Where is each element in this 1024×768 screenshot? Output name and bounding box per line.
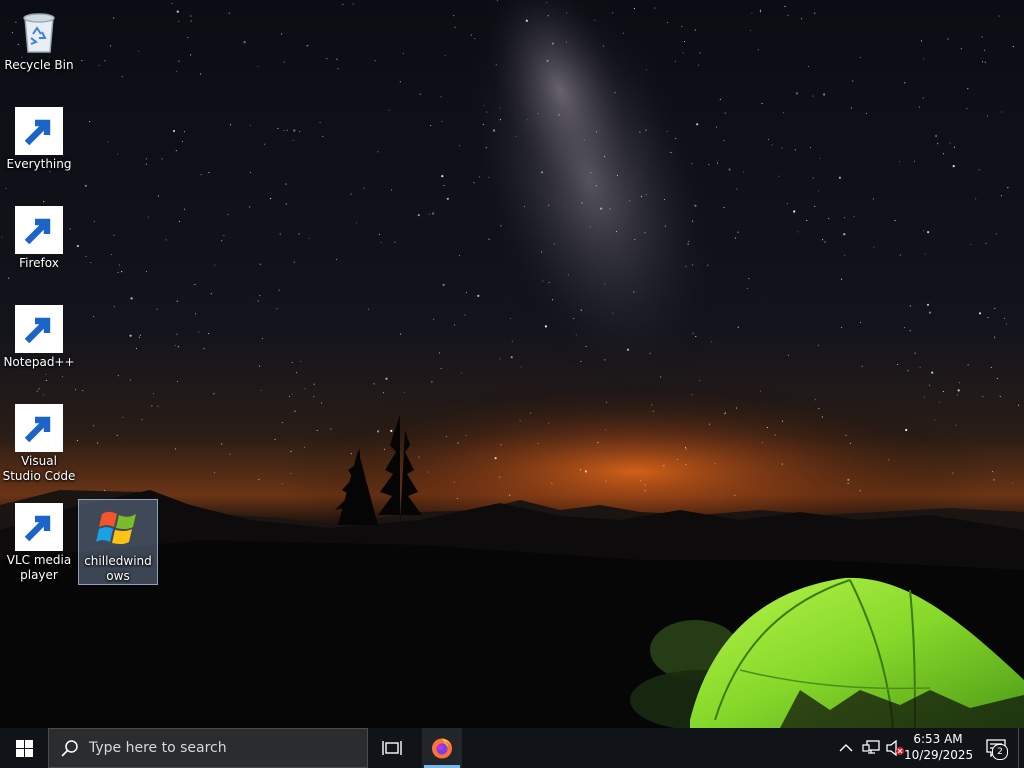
desktop-icon-recycle-bin[interactable]: Recycle Bin <box>0 4 78 73</box>
windows-xp-logo-icon <box>96 511 136 544</box>
action-center-button[interactable]: 2 <box>976 728 1016 768</box>
desktop-icon-visual-studio-code[interactable]: Visual Studio Code <box>0 400 78 484</box>
chevron-up-icon <box>839 744 853 752</box>
taskbar-search-box[interactable]: Type here to search <box>48 728 368 768</box>
desktop-icon-label: Everything <box>6 157 72 171</box>
show-desktop-button[interactable] <box>1018 728 1024 768</box>
desktop[interactable]: Recycle Bin Everything Firefox Notepad++… <box>0 0 1024 728</box>
shortcut-arrow-icon <box>15 107 63 155</box>
search-icon <box>61 740 78 757</box>
network-button[interactable] <box>860 728 882 768</box>
firefox-icon <box>432 738 452 759</box>
notification-count-badge: 2 <box>992 744 1008 760</box>
desktop-icon-label: Recycle Bin <box>4 58 74 72</box>
desktop-icon-chilledwindows[interactable]: chilledwindows <box>78 499 158 585</box>
wallpaper-night-sky-tent <box>0 0 1024 728</box>
desktop-icon-everything[interactable]: Everything <box>0 103 78 172</box>
desktop-icon-notepad-plus-plus[interactable]: Notepad++ <box>0 301 78 370</box>
shortcut-arrow-icon <box>15 206 63 254</box>
recycle-bin-icon <box>23 13 55 53</box>
desktop-icon-label: Notepad++ <box>3 355 75 369</box>
start-button[interactable] <box>0 728 48 768</box>
volume-button[interactable] <box>884 728 906 768</box>
search-placeholder: Type here to search <box>89 740 227 756</box>
task-view-button[interactable] <box>372 728 412 768</box>
network-icon <box>862 740 880 754</box>
taskbar-firefox-button[interactable] <box>422 728 462 768</box>
desktop-icon-firefox[interactable]: Firefox <box>0 202 78 271</box>
volume-muted-icon <box>886 740 904 756</box>
desktop-icon-vlc-media-player[interactable]: VLC media player <box>0 499 78 583</box>
shortcut-arrow-icon <box>15 503 63 551</box>
windows-logo-icon <box>15 739 33 757</box>
desktop-icon-label: chilledwindows <box>84 554 152 583</box>
desktop-icon-label: VLC media player <box>6 553 72 582</box>
taskbar: Type here to search 6:53 AM 10/29/2025 2 <box>0 728 1024 768</box>
clock[interactable]: 6:53 AM 10/29/2025 <box>904 731 974 763</box>
show-hidden-icons-button[interactable] <box>836 728 856 768</box>
shortcut-arrow-icon <box>15 305 63 353</box>
desktop-icon-label: Visual Studio Code <box>2 454 76 483</box>
clock-time: 6:53 AM <box>913 732 963 746</box>
clock-date: 10/29/2025 <box>904 748 974 762</box>
desktop-icon-label: Firefox <box>19 256 59 270</box>
shortcut-arrow-icon <box>15 404 63 452</box>
task-view-icon <box>382 741 402 755</box>
